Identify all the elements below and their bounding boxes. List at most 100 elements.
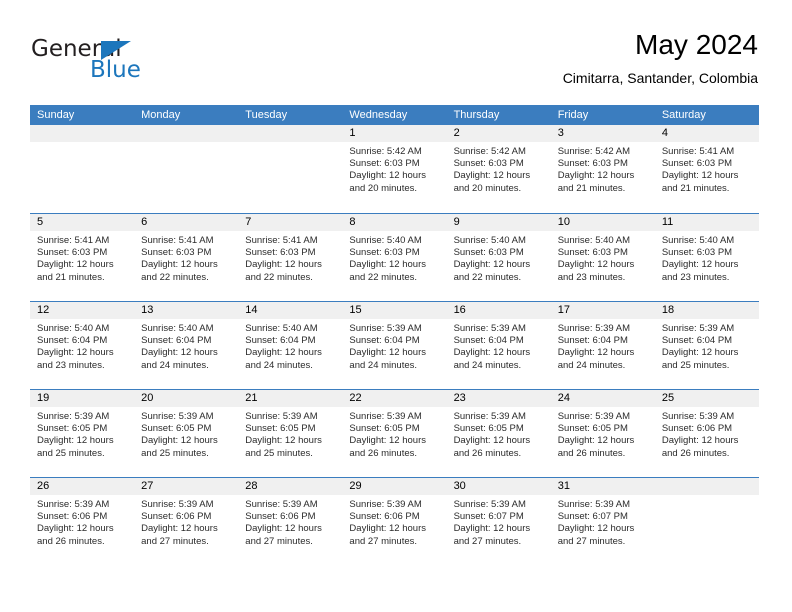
daylight-text-line2: and 27 minutes. — [453, 535, 522, 547]
daylight-text-line1: Daylight: 12 hours — [557, 347, 635, 359]
sunrise-text: Sunrise: 5:39 AM — [349, 411, 422, 422]
calendar-day-cell[interactable]: 2 Sunrise: 5:42 AM Sunset: 6:03 PM Daylight… — [446, 125, 551, 213]
sunrise-text: Sunrise: 5:41 AM — [141, 235, 214, 246]
daylight-text-line1: Daylight: 12 hours — [453, 523, 531, 535]
daylight-text-line2: and 23 minutes. — [557, 271, 626, 283]
sunset-text: Sunset: 6:06 PM — [349, 511, 420, 523]
day-detail-lines: Sunrise: 5:39 AM Sunset: 6:04 PM Daylight:… — [342, 319, 446, 372]
day-number-band: 28 — [238, 478, 343, 495]
day-number: 30 — [453, 480, 466, 492]
sunrise-text: Sunrise: 5:40 AM — [453, 235, 526, 246]
day-number-band: 15 — [342, 302, 447, 319]
calendar-day-cell[interactable]: 30 Sunrise: 5:39 AM Sunset: 6:07 PM Dayligh… — [446, 478, 551, 565]
calendar-day-cell[interactable]: 27 Sunrise: 5:39 AM Sunset: 6:06 PM Dayligh… — [134, 478, 239, 565]
calendar-day-cell[interactable]: 15 Sunrise: 5:39 AM Sunset: 6:04 PM Dayligh… — [342, 302, 447, 389]
day-number: 17 — [557, 304, 570, 316]
sunrise-text: Sunrise: 5:39 AM — [141, 411, 214, 422]
sunrise-text: Sunrise: 5:39 AM — [453, 323, 526, 334]
calendar-day-cell[interactable]: 9 Sunrise: 5:40 AM Sunset: 6:03 PM Daylight… — [446, 214, 551, 301]
calendar-day-cell[interactable]: 18 Sunrise: 5:39 AM Sunset: 6:04 PM Dayligh… — [654, 302, 759, 389]
day-detail-lines: Sunrise: 5:41 AM Sunset: 6:03 PM Daylight:… — [238, 231, 342, 284]
day-number-band: 25 — [654, 390, 759, 407]
calendar-day-cell[interactable]: 31 Sunrise: 5:39 AM Sunset: 6:07 PM Dayligh… — [550, 478, 655, 565]
sunset-text: Sunset: 6:03 PM — [661, 158, 733, 170]
sunrise-text: Sunrise: 5:42 AM — [557, 146, 631, 157]
calendar-day-cell[interactable]: 12 Sunrise: 5:40 AM Sunset: 6:04 PM Dayligh… — [30, 302, 135, 389]
calendar-day-cell[interactable]: 26 Sunrise: 5:39 AM Sunset: 6:06 PM Dayligh… — [30, 478, 135, 565]
day-number-band: 5 — [30, 214, 135, 231]
daylight-text-line1: Daylight: 12 hours — [141, 435, 218, 447]
calendar-week-row: 19 Sunrise: 5:39 AM Sunset: 6:05 PM Dayligh… — [30, 389, 759, 477]
daylight-text-line1: Daylight: 12 hours — [349, 170, 426, 182]
calendar-day-cell[interactable]: 8 Sunrise: 5:40 AM Sunset: 6:03 PM Daylight… — [342, 214, 447, 301]
daylight-text-line2: and 23 minutes. — [37, 359, 105, 371]
sunset-text: Sunset: 6:05 PM — [557, 423, 628, 435]
day-detail-lines: Sunrise: 5:39 AM Sunset: 6:05 PM Daylight:… — [447, 407, 551, 460]
daylight-text-line1: Daylight: 12 hours — [37, 347, 114, 359]
calendar-day-cell[interactable]: 14 Sunrise: 5:40 AM Sunset: 6:04 PM Dayligh… — [238, 302, 343, 389]
daylight-text-line1: Daylight: 12 hours — [245, 259, 322, 271]
sunset-text: Sunset: 6:05 PM — [141, 423, 212, 435]
page-header: General Blue May 2024 Cimitarra, Santand… — [30, 28, 758, 98]
day-number-band: 11 — [654, 214, 759, 231]
weekday-header-tuesday: Tuesday — [245, 109, 288, 121]
calendar-day-cell[interactable]: 11 Sunrise: 5:40 AM Sunset: 6:03 PM Dayligh… — [654, 214, 759, 301]
sunset-text: Sunset: 6:04 PM — [453, 335, 524, 347]
calendar-day-cell[interactable]: 4 Sunrise: 5:41 AM Sunset: 6:03 PM Daylight… — [654, 125, 759, 213]
sunrise-text: Sunrise: 5:41 AM — [245, 235, 318, 246]
calendar-day-cell[interactable]: 23 Sunrise: 5:39 AM Sunset: 6:05 PM Dayligh… — [446, 390, 551, 477]
sunrise-text: Sunrise: 5:39 AM — [245, 499, 318, 510]
general-blue-logo[interactable]: General Blue — [30, 36, 190, 88]
day-number-band — [654, 478, 759, 495]
calendar-day-cell[interactable]: 5 Sunrise: 5:41 AM Sunset: 6:03 PM Daylight… — [30, 214, 135, 301]
calendar-day-cell[interactable]: 6 Sunrise: 5:41 AM Sunset: 6:03 PM Daylight… — [134, 214, 239, 301]
calendar-day-cell[interactable]: 28 Sunrise: 5:39 AM Sunset: 6:06 PM Dayligh… — [238, 478, 343, 565]
sunset-text: Sunset: 6:07 PM — [453, 511, 524, 523]
daylight-text-line2: and 27 minutes. — [245, 535, 313, 547]
calendar-day-cell[interactable]: 22 Sunrise: 5:39 AM Sunset: 6:05 PM Dayligh… — [342, 390, 447, 477]
calendar-day-cell[interactable]: 7 Sunrise: 5:41 AM Sunset: 6:03 PM Daylight… — [238, 214, 343, 301]
day-number: 18 — [661, 304, 675, 316]
daylight-text-line1: Daylight: 12 hours — [349, 435, 426, 447]
day-number: 23 — [453, 392, 466, 404]
weekday-header-wednesday: Wednesday — [349, 109, 408, 121]
day-detail-lines — [30, 142, 134, 146]
calendar-day-cell[interactable]: 17 Sunrise: 5:39 AM Sunset: 6:04 PM Dayligh… — [550, 302, 655, 389]
day-number: 3 — [557, 127, 564, 139]
daylight-text-line1: Daylight: 12 hours — [557, 435, 635, 447]
day-detail-lines: Sunrise: 5:41 AM Sunset: 6:03 PM Daylight:… — [134, 231, 238, 284]
day-number: 9 — [453, 216, 460, 228]
calendar-day-cell[interactable]: 29 Sunrise: 5:39 AM Sunset: 6:06 PM Dayligh… — [342, 478, 447, 565]
calendar-day-cell[interactable]: 1 Sunrise: 5:42 AM Sunset: 6:03 PM Daylight… — [342, 125, 447, 213]
sunset-text: Sunset: 6:05 PM — [37, 423, 108, 435]
calendar-day-cell[interactable]: 25 Sunrise: 5:39 AM Sunset: 6:06 PM Dayligh… — [654, 390, 759, 477]
calendar-day-cell[interactable]: 19 Sunrise: 5:39 AM Sunset: 6:05 PM Dayligh… — [30, 390, 135, 477]
weekday-header-monday: Monday — [141, 109, 181, 121]
daylight-text-line2: and 24 minutes. — [453, 359, 522, 371]
day-number-band: 21 — [238, 390, 343, 407]
calendar-day-cell[interactable]: 20 Sunrise: 5:39 AM Sunset: 6:05 PM Dayligh… — [134, 390, 239, 477]
daylight-text-line1: Daylight: 12 hours — [453, 259, 531, 271]
sunset-text: Sunset: 6:07 PM — [557, 511, 628, 523]
calendar-day-cell[interactable]: 16 Sunrise: 5:39 AM Sunset: 6:04 PM Dayligh… — [446, 302, 551, 389]
sunrise-text: Sunrise: 5:39 AM — [245, 411, 318, 422]
day-number: 14 — [245, 304, 258, 316]
day-number-band: 1 — [342, 125, 447, 142]
sunset-text: Sunset: 6:03 PM — [349, 158, 420, 170]
day-number: 8 — [349, 216, 356, 228]
calendar-day-cell[interactable]: 24 Sunrise: 5:39 AM Sunset: 6:05 PM Dayligh… — [550, 390, 655, 477]
daylight-text-line1: Daylight: 12 hours — [141, 259, 218, 271]
sunset-text: Sunset: 6:03 PM — [557, 158, 628, 170]
day-number-band: 8 — [342, 214, 447, 231]
day-number-band: 13 — [134, 302, 239, 319]
day-number: 20 — [141, 392, 154, 404]
calendar-day-cell[interactable]: 10 Sunrise: 5:40 AM Sunset: 6:03 PM Dayligh… — [550, 214, 655, 301]
day-number-band: 24 — [550, 390, 655, 407]
calendar-day-cell[interactable]: 13 Sunrise: 5:40 AM Sunset: 6:04 PM Dayligh… — [134, 302, 239, 389]
day-number-band: 31 — [550, 478, 655, 495]
sunset-text: Sunset: 6:03 PM — [37, 247, 108, 259]
sunrise-text: Sunrise: 5:39 AM — [557, 411, 631, 422]
calendar-day-cell[interactable]: 21 Sunrise: 5:39 AM Sunset: 6:05 PM Dayligh… — [238, 390, 343, 477]
calendar-day-cell[interactable]: 3 Sunrise: 5:42 AM Sunset: 6:03 PM Daylight… — [550, 125, 655, 213]
daylight-text-line1: Daylight: 12 hours — [245, 435, 322, 447]
